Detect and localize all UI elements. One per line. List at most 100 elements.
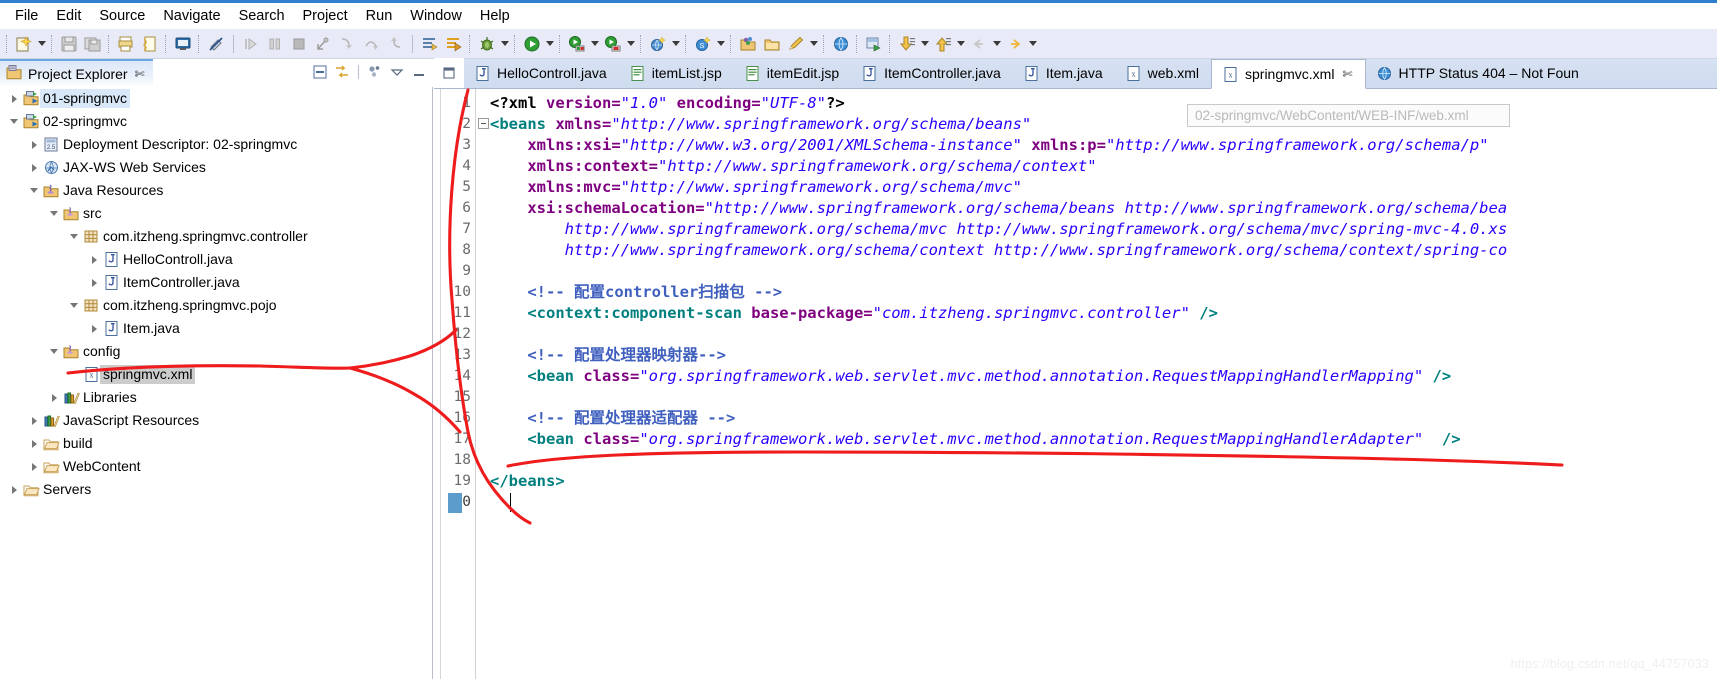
view-menu-icon[interactable] <box>365 62 385 82</box>
editor-restore-icon[interactable] <box>434 58 464 88</box>
previous-annotation-dropdown-icon[interactable] <box>955 33 967 55</box>
run-server-dropdown-icon[interactable] <box>589 33 601 55</box>
editor-tab-http-status-404-not-foun[interactable]: HTTP Status 404 – Not Foun <box>1366 58 1591 88</box>
code-line[interactable]: <context:component-scan base-package="co… <box>490 303 1218 324</box>
open-package-icon[interactable] <box>761 33 783 55</box>
new-wizard-icon[interactable] <box>13 33 35 55</box>
chevron-right-icon[interactable] <box>26 163 42 172</box>
chevron-right-icon[interactable] <box>26 462 42 471</box>
code-line[interactable]: xmlns:xsi="http://www.w3.org/2001/XMLSch… <box>490 135 1488 156</box>
code-line[interactable]: http://www.springframework.org/schema/co… <box>490 240 1508 261</box>
run-server-icon[interactable] <box>566 33 588 55</box>
print-icon[interactable] <box>115 33 137 55</box>
save-all-icon[interactable] <box>82 33 104 55</box>
menu-item-file[interactable]: File <box>6 5 47 28</box>
open-type-icon[interactable] <box>419 33 441 55</box>
back-dropdown-icon[interactable] <box>991 33 1003 55</box>
menu-item-help[interactable]: Help <box>471 5 519 28</box>
new-spring-icon[interactable]: S <box>692 33 714 55</box>
chevron-right-icon[interactable] <box>86 324 102 333</box>
toggle-breakpoint-icon[interactable] <box>205 33 227 55</box>
tree-item[interactable]: 01-springmvc <box>0 87 432 110</box>
chevron-right-icon[interactable] <box>86 255 102 264</box>
stop-server-dropdown-icon[interactable] <box>625 33 637 55</box>
export-icon[interactable] <box>139 33 161 55</box>
step-over-icon[interactable] <box>360 33 382 55</box>
code-line[interactable]: <?xml version="1.0" encoding="UTF-8"?> <box>490 93 845 114</box>
editor-tab-item-java[interactable]: Item.java <box>1013 58 1115 88</box>
tree-item[interactable]: Libraries <box>0 386 432 409</box>
open-task-icon[interactable] <box>443 33 465 55</box>
tree-item[interactable]: x springmvc.xml <box>0 363 432 386</box>
code-folding-toggle[interactable] <box>478 118 489 129</box>
close-icon[interactable]: ✄ <box>135 67 145 81</box>
run-icon[interactable] <box>521 33 543 55</box>
run-as-server-icon[interactable] <box>863 33 885 55</box>
code-line[interactable]: <beans xmlns="http://www.springframework… <box>490 114 1031 135</box>
tree-item[interactable]: 02-springmvc <box>0 110 432 133</box>
tree-item[interactable]: build <box>0 432 432 455</box>
code-line[interactable]: <!-- 配置处理器适配器 --> <box>490 408 735 429</box>
chevron-down-icon[interactable] <box>26 188 42 193</box>
tree-item[interactable]: Java Resources <box>0 179 432 202</box>
tree-item[interactable]: ItemController.java <box>0 271 432 294</box>
editor-tab-springmvc-xml[interactable]: x springmvc.xml ✄ <box>1211 59 1366 89</box>
chevron-down-icon[interactable] <box>387 62 407 82</box>
web-browser-icon[interactable] <box>830 33 852 55</box>
chevron-right-icon[interactable] <box>26 140 42 149</box>
chevron-right-icon[interactable] <box>6 94 22 103</box>
tree-item[interactable]: Item.java <box>0 317 432 340</box>
new-xml-icon[interactable] <box>647 33 669 55</box>
open-folder-icon[interactable] <box>737 33 759 55</box>
menu-item-window[interactable]: Window <box>401 5 471 28</box>
code-line[interactable]: <bean class="org.springframework.web.ser… <box>490 366 1451 387</box>
debug-dropdown-icon[interactable] <box>499 33 511 55</box>
save-icon[interactable] <box>58 33 80 55</box>
step-into-icon[interactable] <box>336 33 358 55</box>
tree-item[interactable]: com.itzheng.springmvc.controller <box>0 225 432 248</box>
tree-item[interactable]: config <box>0 340 432 363</box>
tree-item[interactable]: HelloControll.java <box>0 248 432 271</box>
code-line[interactable]: </beans> <box>490 471 565 492</box>
previous-annotation-icon[interactable] <box>932 33 954 55</box>
back-icon[interactable] <box>968 33 990 55</box>
menu-item-edit[interactable]: Edit <box>47 5 90 28</box>
tree-item[interactable]: src <box>0 202 432 225</box>
chevron-down-icon[interactable] <box>46 349 62 354</box>
edit-icon[interactable] <box>785 33 807 55</box>
close-icon[interactable]: ✄ <box>1342 67 1352 81</box>
project-tree[interactable]: 01-springmvc 02-springmvc 2.5 Deployment De… <box>0 87 432 679</box>
editor-tab-hellocontroll-java[interactable]: HelloControll.java <box>464 58 619 88</box>
forward-icon[interactable] <box>1004 33 1026 55</box>
code-line[interactable]: xsi:schemaLocation="http://www.springfra… <box>490 198 1507 219</box>
chevron-down-icon[interactable] <box>66 234 82 239</box>
editor-tab-itemlist-jsp[interactable]: itemList.jsp <box>619 58 734 88</box>
next-annotation-dropdown-icon[interactable] <box>919 33 931 55</box>
tree-item[interactable]: 2.5 Deployment Descriptor: 02-springmvc <box>0 133 432 156</box>
code-line[interactable]: xmlns:mvc="http://www.springframework.or… <box>490 177 1022 198</box>
next-annotation-icon[interactable] <box>896 33 918 55</box>
resume-icon[interactable] <box>240 33 262 55</box>
collapse-all-icon[interactable] <box>310 62 330 82</box>
editor-tab-web-xml[interactable]: x web.xml <box>1115 58 1211 88</box>
chevron-right-icon[interactable] <box>6 485 22 494</box>
chevron-down-icon[interactable] <box>46 211 62 216</box>
new-xml-dropdown-icon[interactable] <box>670 33 682 55</box>
tree-item[interactable]: JavaScript Resources <box>0 409 432 432</box>
menu-item-source[interactable]: Source <box>90 5 154 28</box>
tree-item[interactable]: Servers <box>0 478 432 501</box>
code-line[interactable]: http://www.springframework.org/schema/mv… <box>490 219 1508 240</box>
forward-dropdown-icon[interactable] <box>1027 33 1039 55</box>
chevron-down-icon[interactable] <box>6 119 22 124</box>
chevron-right-icon[interactable] <box>26 416 42 425</box>
code-line[interactable]: <!-- 配置controller扫描包 --> <box>490 282 782 303</box>
link-with-editor-icon[interactable] <box>332 62 352 82</box>
code-line[interactable]: <bean class="org.springframework.web.ser… <box>490 429 1460 450</box>
step-return-icon[interactable] <box>384 33 406 55</box>
tree-item[interactable]: WebContent <box>0 455 432 478</box>
tree-item[interactable]: JAX-WS Web Services <box>0 156 432 179</box>
edit-dropdown-icon[interactable] <box>808 33 820 55</box>
code-content[interactable]: <?xml version="1.0" encoding="UTF-8"?> <b… <box>490 89 1717 679</box>
xml-code-editor[interactable]: 1 2 3 4 5 6 7 8 9 10 11 12 13 14 15 16 17 18 19 20 <?xml ve… <box>434 89 1717 679</box>
tree-item[interactable]: com.itzheng.springmvc.pojo <box>0 294 432 317</box>
